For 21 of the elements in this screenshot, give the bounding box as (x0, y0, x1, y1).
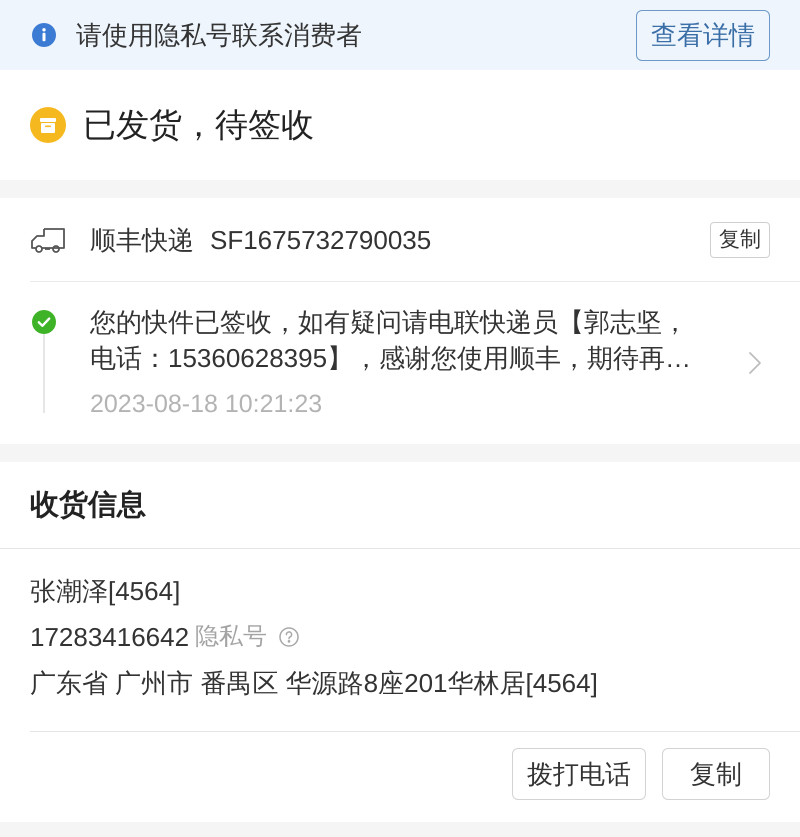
tracking-message: 您的快件已签收，如有疑问请电联快递员【郭志坚，电话：15360628395】，感谢您使用顺丰，期待再… (90, 306, 692, 375)
tracking-number: SF1675732790035 (210, 224, 432, 256)
carrier-name: 顺丰快递 (90, 224, 194, 256)
box-icon (30, 107, 66, 143)
receiver-address: 广东省 广州市 番禺区 华源路8座201华林居[4564] (30, 667, 599, 700)
copy-address-button[interactable]: 复制 (662, 748, 770, 800)
notice-text: 请使用隐私号联系消费者 (76, 19, 362, 52)
view-details-button[interactable]: 查看详情 (636, 10, 770, 60)
privacy-number-label: 隐私号 (195, 622, 268, 652)
check-icon (32, 310, 56, 334)
receiver-name: 张潮泽[4564] (30, 575, 182, 608)
status-title: 已发货，待签收 (83, 105, 314, 145)
tracking-time: 2023-08-18 10:21:23 (90, 389, 324, 420)
call-button[interactable]: 拨打电话 (512, 748, 646, 800)
info-icon (32, 23, 56, 47)
receiver-phone: 17283416642 (30, 621, 190, 654)
help-icon[interactable] (279, 627, 300, 647)
chevron-right-icon[interactable] (748, 351, 762, 375)
receiver-title: 收货信息 (30, 488, 146, 523)
copy-button[interactable]: 复制 (710, 222, 770, 258)
truck-icon (30, 226, 66, 254)
